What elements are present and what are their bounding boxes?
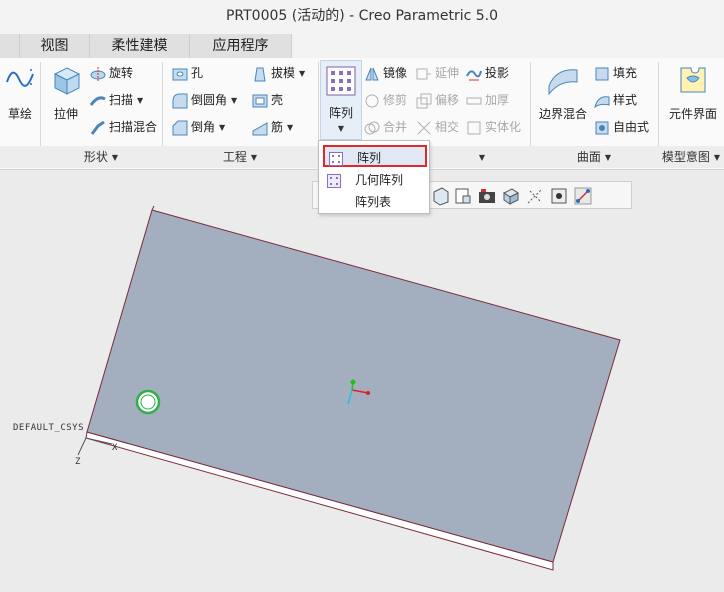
camera-icon[interactable] [477, 186, 497, 206]
cube-view-icon[interactable] [501, 186, 521, 206]
hole-feature[interactable] [135, 389, 161, 415]
saved-views-icon[interactable] [453, 186, 473, 206]
menu-item-pattern[interactable]: 阵列 [323, 145, 427, 167]
csys-z-axis [77, 437, 87, 456]
menu-item-pattern-table-label: 阵列表 [355, 195, 392, 209]
menu-item-pattern-label: 阵列 [357, 151, 382, 165]
annotation-display-icon[interactable] [549, 186, 569, 206]
spin-center-icon[interactable] [573, 186, 593, 206]
menu-item-geometry-pattern[interactable]: 几何阵列 [323, 169, 427, 191]
geometry-pattern-icon [327, 173, 341, 188]
pattern-icon [329, 151, 343, 166]
model-view: Z X [75, 205, 621, 571]
triad-y-dot [350, 379, 356, 385]
csys-z-label: Z [75, 457, 81, 467]
triad-x-dot [366, 391, 370, 395]
csys-x-label: X [112, 443, 118, 453]
csys-label[interactable]: DEFAULT_CSYS [13, 423, 84, 433]
menu-item-geometry-pattern-label: 几何阵列 [355, 173, 404, 187]
menu-item-pattern-table[interactable]: 阵列表 [323, 191, 427, 213]
plate-edge [151, 205, 155, 211]
display-style-icon[interactable] [431, 186, 451, 206]
datum-display-icon[interactable] [525, 186, 545, 206]
pattern-dropdown-menu: 阵列 几何阵列 阵列表 [318, 140, 430, 214]
